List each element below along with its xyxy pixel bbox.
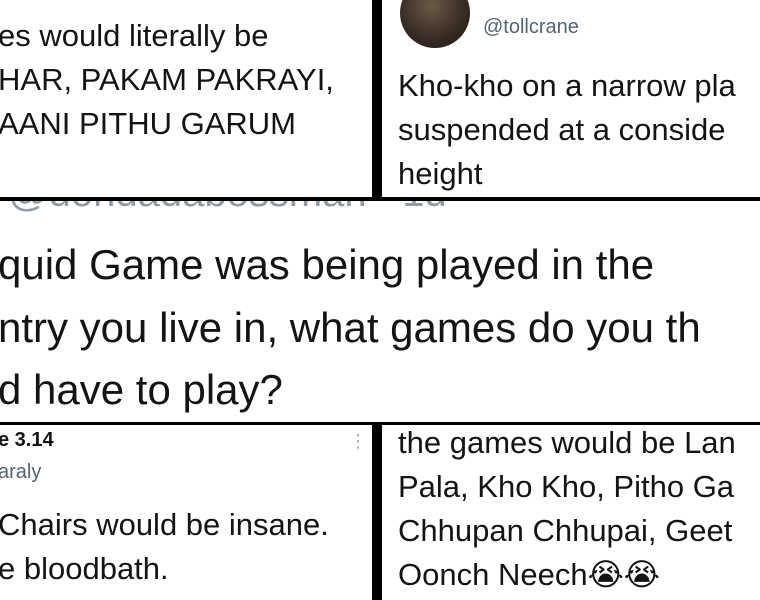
tweet-text-line: Chairs would be insane. xyxy=(0,507,329,542)
avatar[interactable] xyxy=(400,0,470,48)
tweet-text-line: Kho-kho on a narrow pla xyxy=(398,68,736,103)
tweet-text-line: suspended at a conside xyxy=(398,112,726,147)
user-display-name[interactable]: e 3.14 xyxy=(0,429,54,452)
tweet-text-line: AANI PITHU GARUM xyxy=(0,106,296,141)
tweet-text-line: Oonch Neech😭😭 xyxy=(398,557,660,593)
tweet-text-fragment: Oonch Neech xyxy=(398,557,588,592)
crying-emoji-icon: 😭😭 xyxy=(587,557,661,593)
tweet-text-line: quid Game was being played in the xyxy=(0,241,655,288)
user-handle[interactable]: @tollcrane xyxy=(483,16,579,39)
tweet-header-cut-off: @dondadabossman · 1d xyxy=(8,201,447,216)
tweet-text-line: height xyxy=(398,156,483,191)
tweet-text-line: es would literally be xyxy=(0,18,269,53)
tweet-text-line: ntry you live in, what games do you th xyxy=(0,304,701,351)
more-options-icon[interactable]: ⋮ xyxy=(349,431,367,452)
tweet-crop-bottom-left: e 3.14 araly ⋮ Chairs would be insane. e… xyxy=(0,425,372,600)
tweet-text-line: e bloodbath. xyxy=(0,551,169,586)
tweet-crop-bottom-right: the games would be Lan Pala, Kho Kho, Pi… xyxy=(382,425,760,600)
tweet-text-line: d have to play? xyxy=(0,366,283,413)
tweet-text-line: Pala, Kho Kho, Pitho Ga xyxy=(398,469,735,504)
tweet-text-line: HAR, PAKAM PAKRAYI, xyxy=(0,62,334,97)
tweet-crop-middle: @dondadabossman · 1d quid Game was being… xyxy=(0,201,760,422)
tweet-crop-top-right: @tollcrane Kho-kho on a narrow pla suspe… xyxy=(382,0,760,197)
tweet-text-line: the games would be Lan xyxy=(398,425,736,460)
user-handle[interactable]: araly xyxy=(0,461,41,484)
tweet-crop-top-left: es would literally be HAR, PAKAM PAKRAYI… xyxy=(0,0,372,197)
tweet-text-line: Chhupan Chhupai, Geet xyxy=(398,513,733,548)
